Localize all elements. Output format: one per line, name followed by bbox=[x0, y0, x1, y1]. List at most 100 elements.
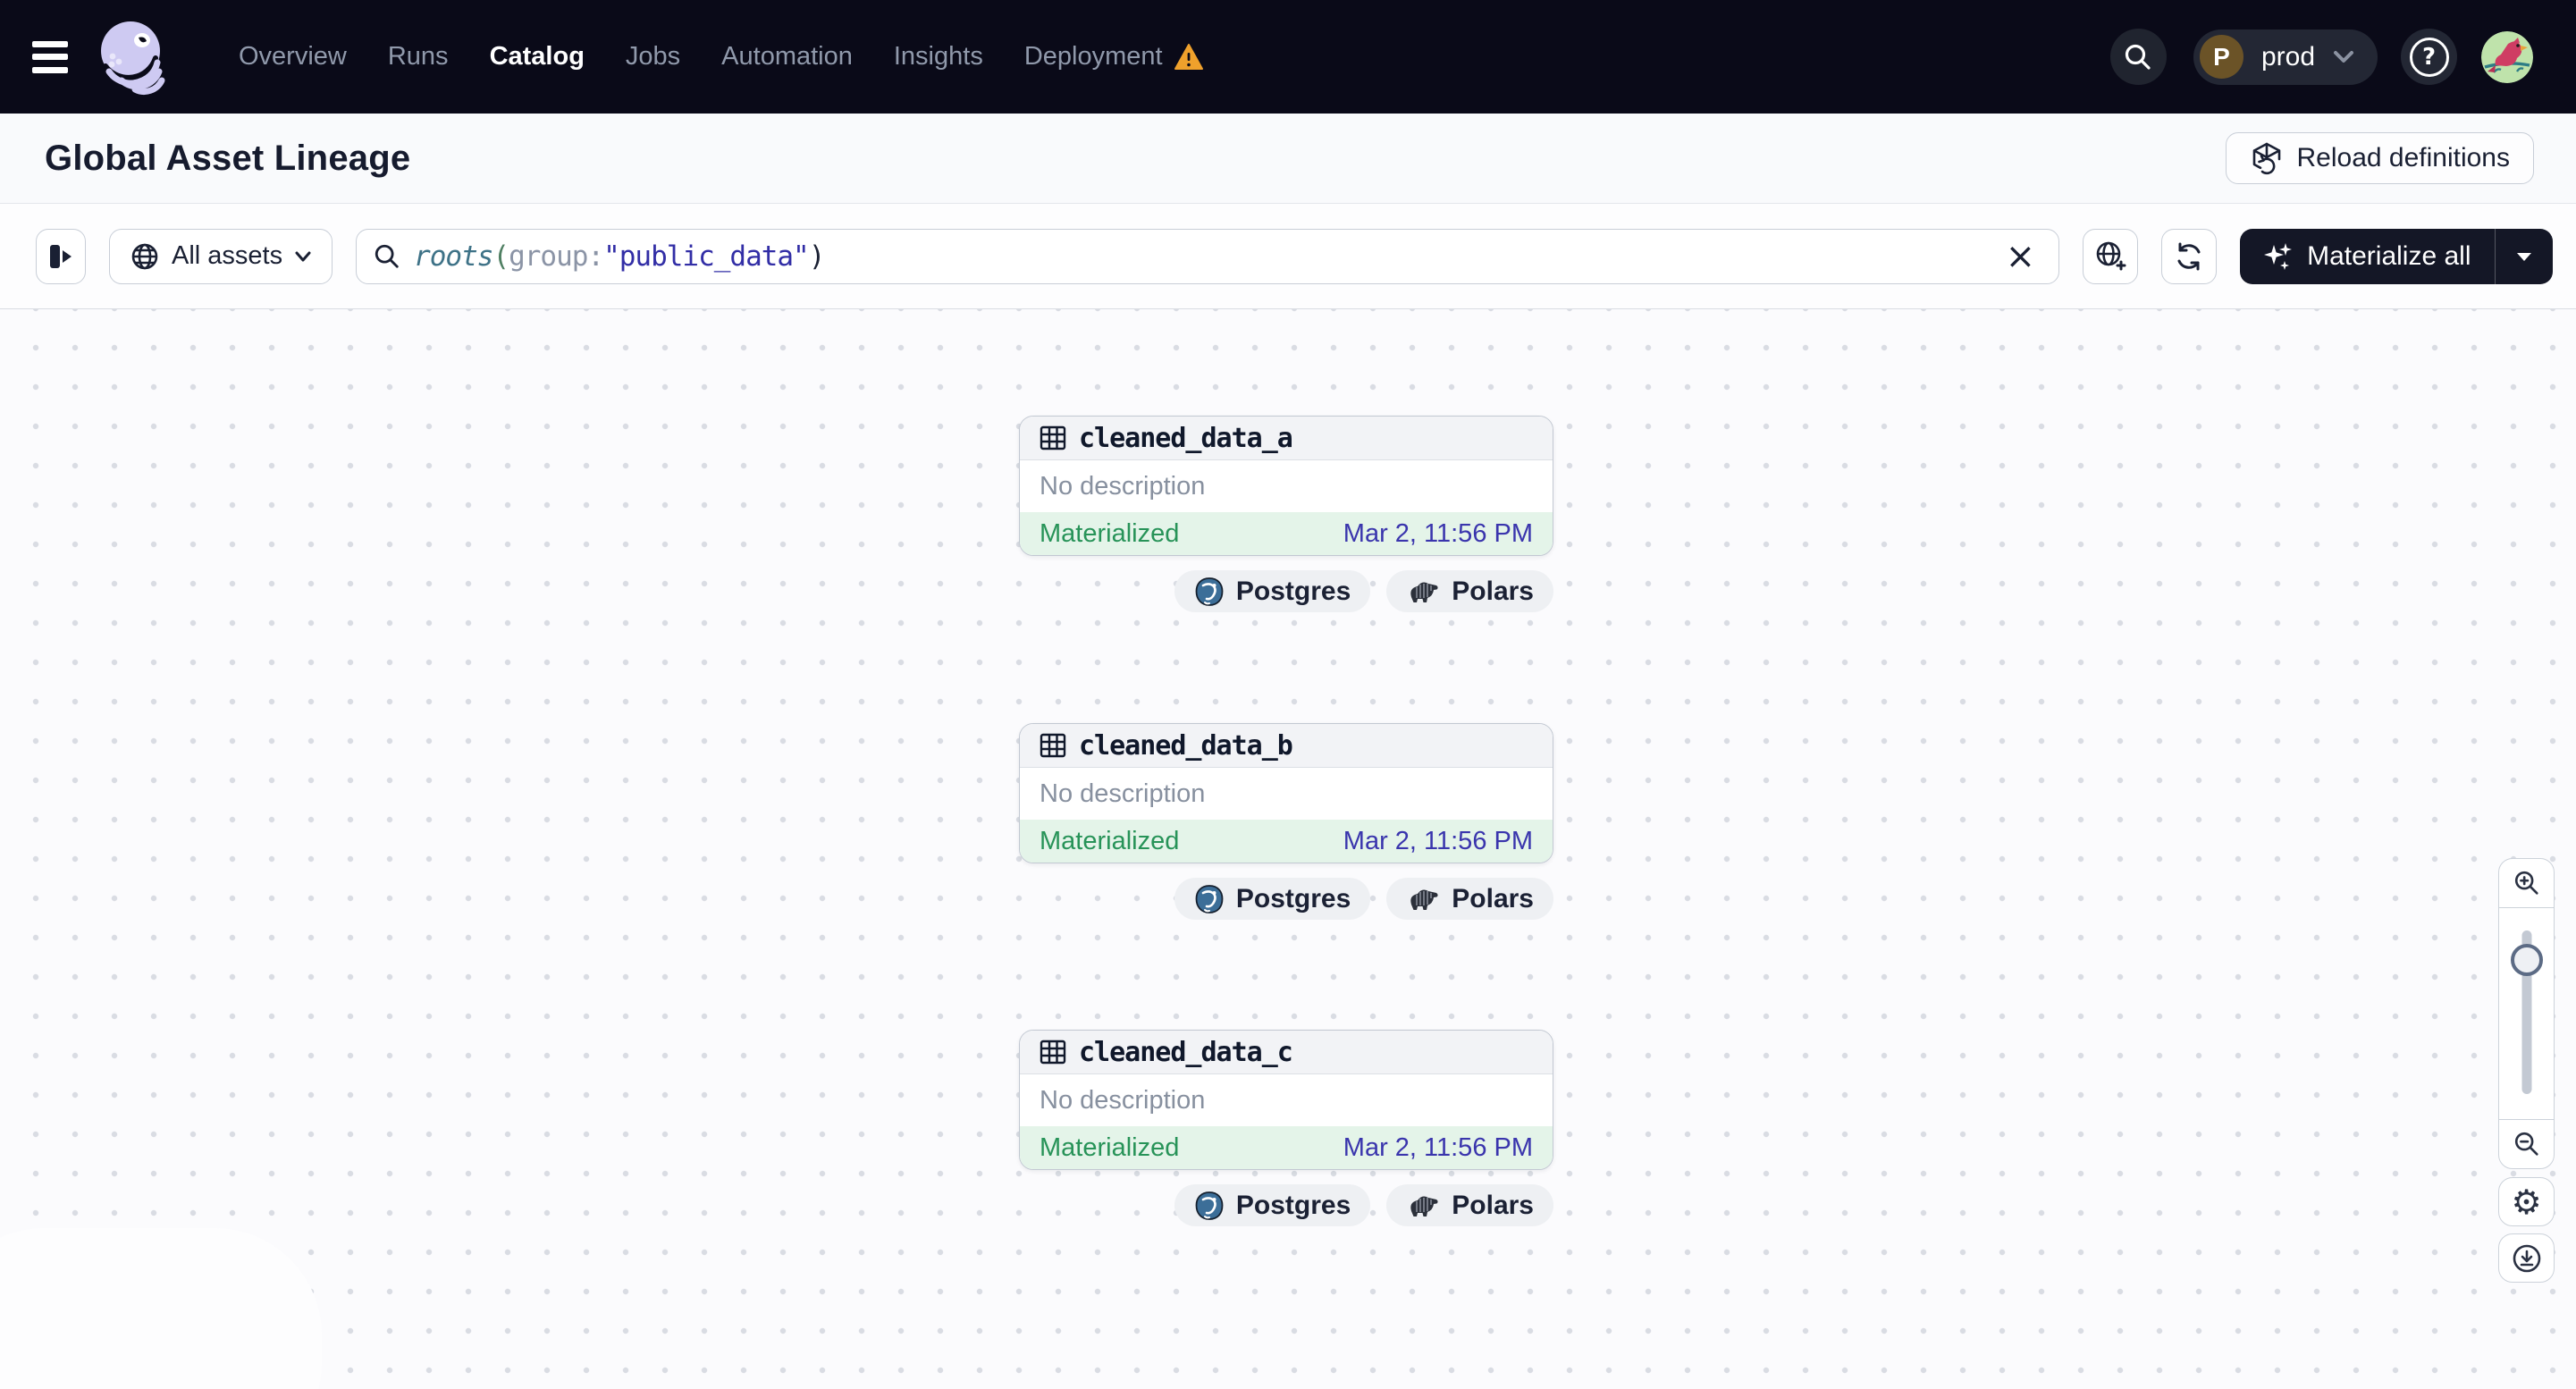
asset-scope-label: All assets bbox=[172, 241, 283, 270]
page-title: Global Asset Lineage bbox=[45, 138, 411, 178]
materialize-all-label: Materialize all bbox=[2307, 240, 2471, 271]
tag-polars[interactable]: Polars bbox=[1386, 570, 1553, 612]
lineage-canvas[interactable]: cleaned_data_a No description Materializ… bbox=[0, 309, 2576, 1389]
nav-runs[interactable]: Runs bbox=[367, 42, 469, 72]
open-side-panel-button[interactable] bbox=[36, 228, 86, 284]
zoom-in-button[interactable] bbox=[2499, 859, 2554, 908]
materialization-timestamp[interactable]: Mar 2, 11:56 PM bbox=[1343, 1133, 1533, 1163]
refresh-button[interactable] bbox=[2161, 228, 2218, 284]
panel-toggle-icon bbox=[50, 244, 72, 268]
asset-tag-row: Postgres Polars bbox=[1019, 570, 1553, 612]
table-icon bbox=[1040, 1040, 1066, 1065]
global-search-button[interactable] bbox=[2109, 29, 2167, 85]
zoom-slider-thumb[interactable] bbox=[2510, 944, 2543, 976]
postgres-icon bbox=[1195, 1191, 1224, 1220]
postgres-icon bbox=[1195, 884, 1224, 913]
corner-highlight bbox=[0, 1228, 322, 1389]
materialize-all-button[interactable]: Materialize all bbox=[2240, 229, 2494, 284]
globe-icon bbox=[131, 243, 158, 269]
tag-polars[interactable]: Polars bbox=[1386, 1184, 1553, 1226]
graph-settings-button[interactable]: ⚙ bbox=[2498, 1177, 2555, 1226]
tag-label: Postgres bbox=[1235, 576, 1351, 606]
dagster-logo-icon[interactable] bbox=[93, 16, 175, 98]
asset-name: cleaned_data_b bbox=[1079, 729, 1293, 762]
zoom-out-icon bbox=[2514, 1132, 2538, 1156]
tag-polars[interactable]: Polars bbox=[1386, 878, 1553, 920]
tag-postgres[interactable]: Postgres bbox=[1174, 570, 1371, 612]
zoom-out-button[interactable] bbox=[2499, 1119, 2554, 1168]
asset-description: No description bbox=[1040, 779, 1206, 808]
help-button[interactable]: ? bbox=[2401, 29, 2457, 85]
table-icon bbox=[1040, 425, 1066, 450]
tag-postgres[interactable]: Postgres bbox=[1174, 1184, 1371, 1226]
status-badge: Materialized bbox=[1040, 518, 1180, 548]
cardinal-avatar-image bbox=[2481, 30, 2533, 83]
polars-icon bbox=[1410, 889, 1438, 910]
materialization-timestamp[interactable]: Mar 2, 11:56 PM bbox=[1343, 827, 1533, 856]
deployment-switcher[interactable]: P prod bbox=[2193, 29, 2378, 85]
lineage-toolbar: All assets roots(group:"public_data") × … bbox=[0, 204, 2576, 309]
view-full-catalog-button[interactable] bbox=[2083, 228, 2139, 284]
zoom-slider[interactable] bbox=[2499, 908, 2554, 1119]
asset-node-cleaned-data-b[interactable]: cleaned_data_b No description Materializ… bbox=[1019, 723, 1553, 863]
polars-icon bbox=[1410, 582, 1438, 602]
table-icon bbox=[1040, 733, 1066, 758]
asset-status-bar: Materialized Mar 2, 11:56 PM bbox=[1020, 1126, 1553, 1169]
nav-insights[interactable]: Insights bbox=[873, 42, 1004, 72]
asset-scope-dropdown[interactable]: All assets bbox=[109, 228, 333, 284]
asset-name: cleaned_data_a bbox=[1079, 422, 1293, 454]
asset-status-bar: Materialized Mar 2, 11:56 PM bbox=[1020, 820, 1553, 863]
download-image-button[interactable] bbox=[2498, 1233, 2555, 1283]
asset-name: cleaned_data_c bbox=[1079, 1036, 1293, 1068]
reload-definitions-button[interactable]: Reload definitions bbox=[2225, 132, 2534, 184]
download-icon bbox=[2513, 1244, 2540, 1272]
status-badge: Materialized bbox=[1040, 826, 1180, 855]
tag-label: Postgres bbox=[1235, 1190, 1351, 1220]
reload-definitions-label: Reload definitions bbox=[2296, 143, 2511, 173]
status-badge: Materialized bbox=[1040, 1132, 1180, 1162]
asset-selection-input[interactable]: roots(group:"public_data") × bbox=[356, 228, 2060, 284]
tag-label: Postgres bbox=[1235, 883, 1351, 913]
materialize-options-button[interactable] bbox=[2496, 229, 2553, 284]
primary-nav: Overview Runs Catalog Jobs Automation In… bbox=[218, 42, 1225, 72]
search-icon bbox=[375, 244, 399, 268]
postgres-icon bbox=[1195, 577, 1224, 606]
asset-node-cleaned-data-c[interactable]: cleaned_data_c No description Materializ… bbox=[1019, 1030, 1553, 1170]
materialize-all-split-button: Materialize all bbox=[2240, 228, 2553, 284]
asset-group: cleaned_data_b No description Materializ… bbox=[1019, 723, 1553, 920]
asset-group: cleaned_data_c No description Materializ… bbox=[1019, 1030, 1553, 1226]
asset-selection-query[interactable]: roots(group:"public_data") bbox=[414, 240, 1987, 273]
top-navbar: Overview Runs Catalog Jobs Automation In… bbox=[0, 0, 2576, 114]
help-icon: ? bbox=[2409, 37, 2449, 77]
nav-automation[interactable]: Automation bbox=[701, 42, 873, 72]
caret-down-icon bbox=[2517, 252, 2531, 261]
nav-deployment[interactable]: Deployment bbox=[1004, 42, 1225, 72]
asset-description: No description bbox=[1040, 471, 1206, 501]
deployment-name: prod bbox=[2260, 41, 2315, 72]
deployment-initial-badge: P bbox=[2199, 35, 2243, 79]
nav-overview[interactable]: Overview bbox=[218, 42, 367, 72]
user-avatar[interactable] bbox=[2481, 30, 2533, 83]
asset-node-header: cleaned_data_b bbox=[1020, 724, 1553, 768]
polars-icon bbox=[1410, 1196, 1438, 1216]
gear-icon: ⚙ bbox=[2511, 1182, 2542, 1222]
page-header: Global Asset Lineage Reload definitions bbox=[0, 114, 2576, 204]
tag-postgres[interactable]: Postgres bbox=[1174, 878, 1371, 920]
asset-node-cleaned-data-a[interactable]: cleaned_data_a No description Materializ… bbox=[1019, 416, 1553, 556]
sparkles-icon bbox=[2264, 242, 2293, 270]
clear-query-icon[interactable]: × bbox=[2000, 239, 2041, 274]
materialization-timestamp[interactable]: Mar 2, 11:56 PM bbox=[1343, 519, 1533, 549]
asset-tag-row: Postgres Polars bbox=[1019, 878, 1553, 920]
asset-node-header: cleaned_data_c bbox=[1020, 1031, 1553, 1074]
menu-icon[interactable] bbox=[27, 39, 73, 75]
asset-tag-row: Postgres Polars bbox=[1019, 1184, 1553, 1226]
nav-catalog[interactable]: Catalog bbox=[469, 42, 605, 72]
globe-plus-icon bbox=[2096, 241, 2126, 270]
reload-cube-icon bbox=[2252, 142, 2280, 175]
chevron-down-icon bbox=[2334, 50, 2353, 63]
nav-jobs[interactable]: Jobs bbox=[605, 42, 701, 72]
asset-node-header: cleaned_data_a bbox=[1020, 417, 1553, 460]
tag-label: Polars bbox=[1452, 883, 1534, 913]
zoom-controls bbox=[2498, 858, 2555, 1169]
asset-status-bar: Materialized Mar 2, 11:56 PM bbox=[1020, 512, 1553, 555]
